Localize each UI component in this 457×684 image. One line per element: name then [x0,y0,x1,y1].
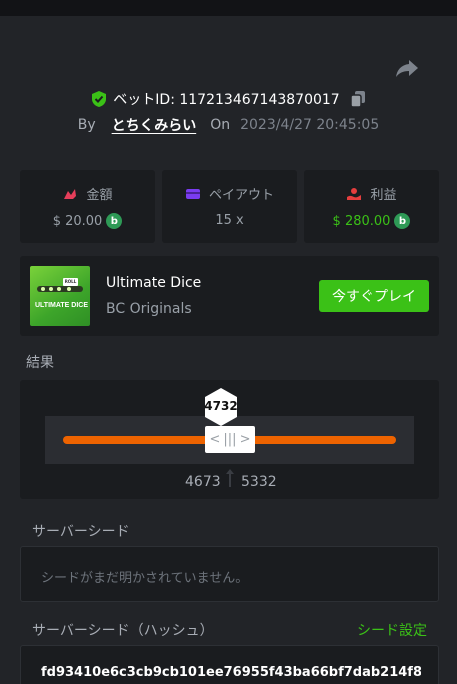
grip-icon: ||| [223,432,237,447]
thumbnail-title: ULTIMATE DICE [35,302,89,309]
seed-settings-link[interactable]: シード設定 [357,620,427,640]
user-link[interactable]: とちくみらい [112,115,197,135]
game-card: ROLL ULTIMATE DICE Ultimate Dice BC Orig… [20,256,439,336]
bc-coin-icon: b [106,213,123,229]
stat-payout-label: ペイアウト [208,188,274,203]
bet-date: 2023/4/27 20:45:05 [240,117,380,133]
bet-author-row: By とちくみらい On 2023/4/27 20:45:05 [0,114,457,136]
range-marker-icon [226,469,234,487]
server-seed-hash-title: サーバーシード（ハッシュ） [32,623,214,639]
game-title[interactable]: Ultimate Dice [106,275,201,291]
copy-icon[interactable] [349,90,366,108]
game-thumbnail[interactable]: ROLL ULTIMATE DICE [30,266,90,326]
payout-card-icon [185,188,200,199]
bet-amount-icon [64,188,77,199]
server-seed-field[interactable]: シードがまだ明かされていません。 [20,546,439,602]
stat-profit-value: $ 280.00 [332,213,391,229]
roll-result-value: 4732 [204,399,238,413]
by-label: By [77,117,96,133]
on-label: On [210,117,231,133]
bet-id: ベットID: 117213467143870017 [113,92,340,108]
play-now-button[interactable]: 今すぐプレイ [319,280,429,312]
profit-hand-icon [347,187,362,200]
range-low: 4673 [185,474,221,490]
top-bar [0,0,457,16]
server-seed-hash-field[interactable]: fd93410e6c3cb9cb101ee76955f43ba66bf7dab2… [20,645,439,684]
server-seed-placeholder: シードがまだ明かされていません。 [41,571,249,586]
result-section-title: 結果 [26,355,54,371]
chevron-left-icon: < [209,432,221,447]
stat-amount-label: 金額 [86,188,113,203]
bc-coin-icon: b [394,213,411,229]
stat-amount: 金額 $ 20.00 b [20,170,155,243]
game-provider: BC Originals [106,301,192,317]
stat-profit-label: 利益 [370,188,397,203]
stat-profit: 利益 $ 280.00 b [304,170,439,243]
server-seed-hash-value: fd93410e6c3cb9cb101ee76955f43ba66bf7dab2… [41,665,421,680]
share-icon[interactable] [394,56,420,80]
thumbnail-slider-graphic [37,286,83,292]
stat-amount-value: $ 20.00 [52,213,103,229]
stat-payout: ペイアウト 15 x [162,170,297,243]
thumbnail-tag: ROLL [63,278,78,286]
range-high: 5332 [241,474,277,490]
server-seed-title: サーバーシード [32,524,130,540]
chevron-right-icon: > [239,432,251,447]
stat-payout-value: 15 x [215,213,244,228]
bet-id-row: ベットID: 117213467143870017 [0,88,457,110]
result-card: 4732 < ||| > 4673 5332 [20,380,439,499]
verified-shield-icon [92,91,107,107]
slider-handle: < ||| > [205,426,255,453]
